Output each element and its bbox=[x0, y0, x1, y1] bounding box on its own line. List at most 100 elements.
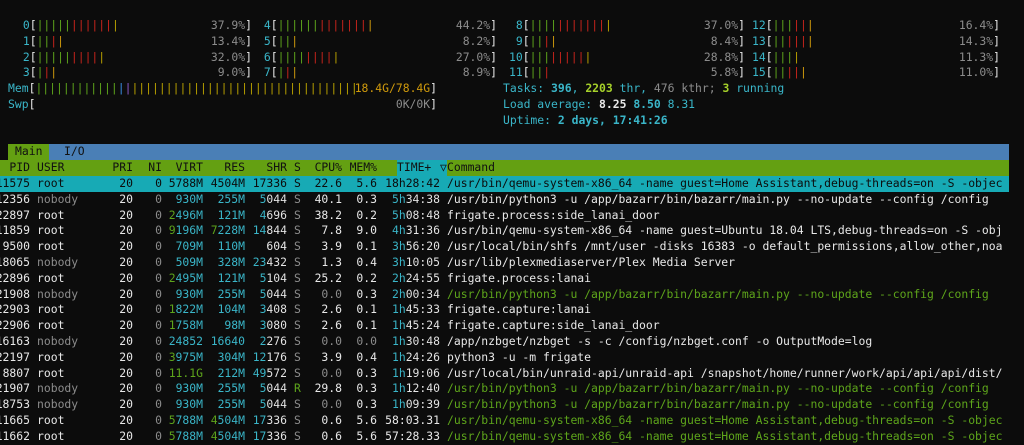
meter-bar: ||| bbox=[278, 34, 463, 50]
meter-bar: |||||| ||||||| | bbox=[278, 18, 456, 34]
cell-ni: 0 bbox=[155, 428, 162, 443]
process-row[interactable]: 22897root2002496M121M4696S38.20.25h08:48… bbox=[0, 208, 1024, 224]
cell-mem: 0.1 bbox=[356, 239, 377, 254]
meter-bar: |||| bbox=[37, 34, 211, 50]
cell-shr: 49572 bbox=[247, 366, 287, 382]
cpu-meter-0: 0[||||| |||||| | 37.9%] bbox=[16, 18, 252, 34]
process-row[interactable]: 22906root2001758M98M3080S2.60.11h45:24fr… bbox=[0, 318, 1024, 334]
process-row[interactable]: 8807 root 20 0 11.1G 212M 49572 S 0.0 0.3 1h19:06/… bbox=[0, 366, 1024, 382]
process-row[interactable]: 22197root2003975M304M12176S3.90.41h24:26… bbox=[0, 350, 1024, 366]
cell-cmd: /usr/bin/qemu-system-x86_64 -name guest=… bbox=[447, 223, 1003, 238]
cell-time-value: 1h12:40 bbox=[391, 381, 440, 396]
column-header-cpu[interactable]: CPU% bbox=[302, 160, 342, 176]
cell-cpu: 7.8 bbox=[321, 223, 342, 238]
cell-res: 121M bbox=[205, 271, 245, 287]
process-row[interactable]: 16163nobody20024852166402276S0.00.01h30:… bbox=[0, 334, 1024, 350]
meter-segment: || bbox=[36, 33, 51, 48]
process-row[interactable]: 11665root2005788M4504M17336S0.65.658:03.… bbox=[0, 413, 1024, 429]
cell-shr-value: 17336 bbox=[252, 428, 287, 443]
swap-meter: Swp[0K/0K] bbox=[8, 97, 437, 113]
cell-pid: 21908 bbox=[0, 286, 30, 301]
meter-segment: |||| bbox=[277, 49, 305, 64]
process-row[interactable]: 18753nobody200930M255M5044S0.00.31h09:39… bbox=[0, 397, 1024, 413]
cell-time: 1h24:26 bbox=[378, 350, 440, 366]
process-row[interactable]: 11575root2005788M4504M17336S22.65.618h28… bbox=[0, 176, 1009, 192]
cell-shr-value: 5104 bbox=[259, 270, 287, 285]
column-header-virt[interactable]: VIRT bbox=[163, 160, 203, 176]
column-header-res[interactable]: RES bbox=[205, 160, 245, 176]
cell-mem: 0.3 bbox=[356, 365, 377, 380]
process-row[interactable]: 9500 root 20 0 709M 110M 604 S 3.9 0.1 3h56:20/usr… bbox=[0, 239, 1024, 255]
cell-shr: 17336 bbox=[247, 176, 287, 192]
cell-cpu: 38.2 bbox=[314, 207, 342, 222]
cell-time: 4h31:36 bbox=[378, 223, 440, 239]
meter-segment: | bbox=[50, 33, 58, 48]
column-header-shr[interactable]: SHR bbox=[247, 160, 287, 176]
process-row[interactable]: 18065nobody200509M328M23432S1.30.43h10:0… bbox=[0, 255, 1024, 271]
tab-io[interactable]: I/O bbox=[57, 144, 92, 160]
cell-mem: 5.6 bbox=[356, 176, 377, 190]
cell-virt-value: 3975M bbox=[168, 349, 203, 364]
process-row[interactable]: 22903root2001822M104M3408S2.60.11h45:33f… bbox=[0, 302, 1024, 318]
meter-bar: ||||| |||| | bbox=[37, 50, 211, 66]
column-header-mem[interactable]: MEM% bbox=[342, 160, 377, 176]
cell-ni: 0 bbox=[155, 270, 162, 285]
cell-pri: 20 bbox=[119, 270, 133, 285]
cell-ni: 0 bbox=[155, 191, 162, 206]
cell-time: 2h24:55 bbox=[378, 271, 440, 287]
process-row[interactable]: 12356nobody200930M255M5044S40.10.35h34:3… bbox=[0, 192, 1024, 208]
meter-segment: ||||||| bbox=[318, 18, 367, 32]
cell-res-value: 328M bbox=[217, 255, 245, 269]
meter-value: 11.3% bbox=[958, 49, 994, 64]
cell-time: 2h00:34 bbox=[378, 287, 440, 303]
column-header-pri[interactable]: PRI bbox=[103, 160, 133, 176]
meter-segment: |||| bbox=[70, 49, 99, 64]
load-1: 8.25 bbox=[599, 97, 627, 111]
meter-value: 8.2% bbox=[462, 33, 491, 48]
cell-res: 255M bbox=[205, 397, 245, 413]
cell-pid: 18065 bbox=[0, 255, 30, 269]
uptime-value: 2 days, 17:41:26 bbox=[557, 112, 668, 127]
cell-pri: 20 bbox=[119, 365, 133, 380]
bracket-open: [ bbox=[28, 97, 36, 111]
cell-res-value: 110M bbox=[217, 239, 245, 254]
cell-virt: 2496M bbox=[163, 208, 203, 224]
cell-pri: 20 bbox=[119, 413, 133, 427]
column-header-command[interactable]: Command bbox=[447, 160, 1024, 176]
cell-ni: 0 bbox=[155, 334, 162, 348]
meter-segment: |||| bbox=[305, 49, 333, 64]
process-row[interactable]: 21908nobody200930M255M5044S0.00.32h00:34… bbox=[0, 287, 1024, 303]
meter-segment: | bbox=[57, 33, 64, 48]
cell-time-value: 1h45:24 bbox=[391, 318, 440, 333]
cell-cpu: 29.8 bbox=[314, 381, 342, 396]
cell-pri: 20 bbox=[119, 191, 133, 206]
process-row[interactable]: 11859root2009196M7228M14844S7.89.04h31:3… bbox=[0, 223, 1024, 239]
tab-main[interactable]: Main bbox=[8, 144, 50, 161]
cell-res: 328M bbox=[205, 255, 245, 271]
cell-virt-value: 2495M bbox=[168, 270, 203, 285]
cell-time: 1h45:33 bbox=[378, 302, 440, 318]
bracket-close: ] bbox=[490, 33, 497, 48]
bracket-close: ] bbox=[993, 65, 1000, 80]
column-header-ni[interactable]: NI bbox=[137, 160, 162, 176]
cell-cpu: 0.0 bbox=[321, 397, 342, 412]
cpu-meter-3: 3[| | | 9.0%] bbox=[16, 65, 252, 81]
cell-cpu: 0.6 bbox=[321, 413, 342, 427]
cell-time: 1h30:48 bbox=[378, 334, 440, 350]
column-header: PID USER PRI NI VIRT RES SHR S CPU% MEM% TIME+ Comm… bbox=[0, 160, 1009, 176]
cell-mem: 0.1 bbox=[356, 302, 377, 317]
cell-cpu: 3.9 bbox=[321, 349, 342, 364]
column-header-pid[interactable]: PID bbox=[0, 160, 30, 176]
cell-cmd: /usr/bin/qemu-system-x86_64 -name guest=… bbox=[447, 428, 1003, 443]
meter-value: 18.4G/78.4G bbox=[354, 81, 431, 96]
cell-virt: 1822M bbox=[163, 302, 203, 318]
cell-time-value: 3h10:05 bbox=[391, 255, 440, 269]
meter-segment: | bbox=[50, 65, 58, 80]
process-row[interactable]: 11662root2005788M4504M17336S0.65.657:28.… bbox=[0, 429, 1024, 445]
cell-time-value: 58:03.31 bbox=[385, 413, 440, 427]
bracket-open: [ bbox=[28, 81, 36, 96]
cell-shr: 23432 bbox=[247, 255, 287, 271]
process-row[interactable]: 21907nobody200930M255M5044R29.80.31h12:4… bbox=[0, 381, 1024, 397]
process-row[interactable]: 22896root2002495M121M5104S25.20.22h24:55… bbox=[0, 271, 1024, 287]
cell-shr: 5044 bbox=[247, 192, 287, 208]
